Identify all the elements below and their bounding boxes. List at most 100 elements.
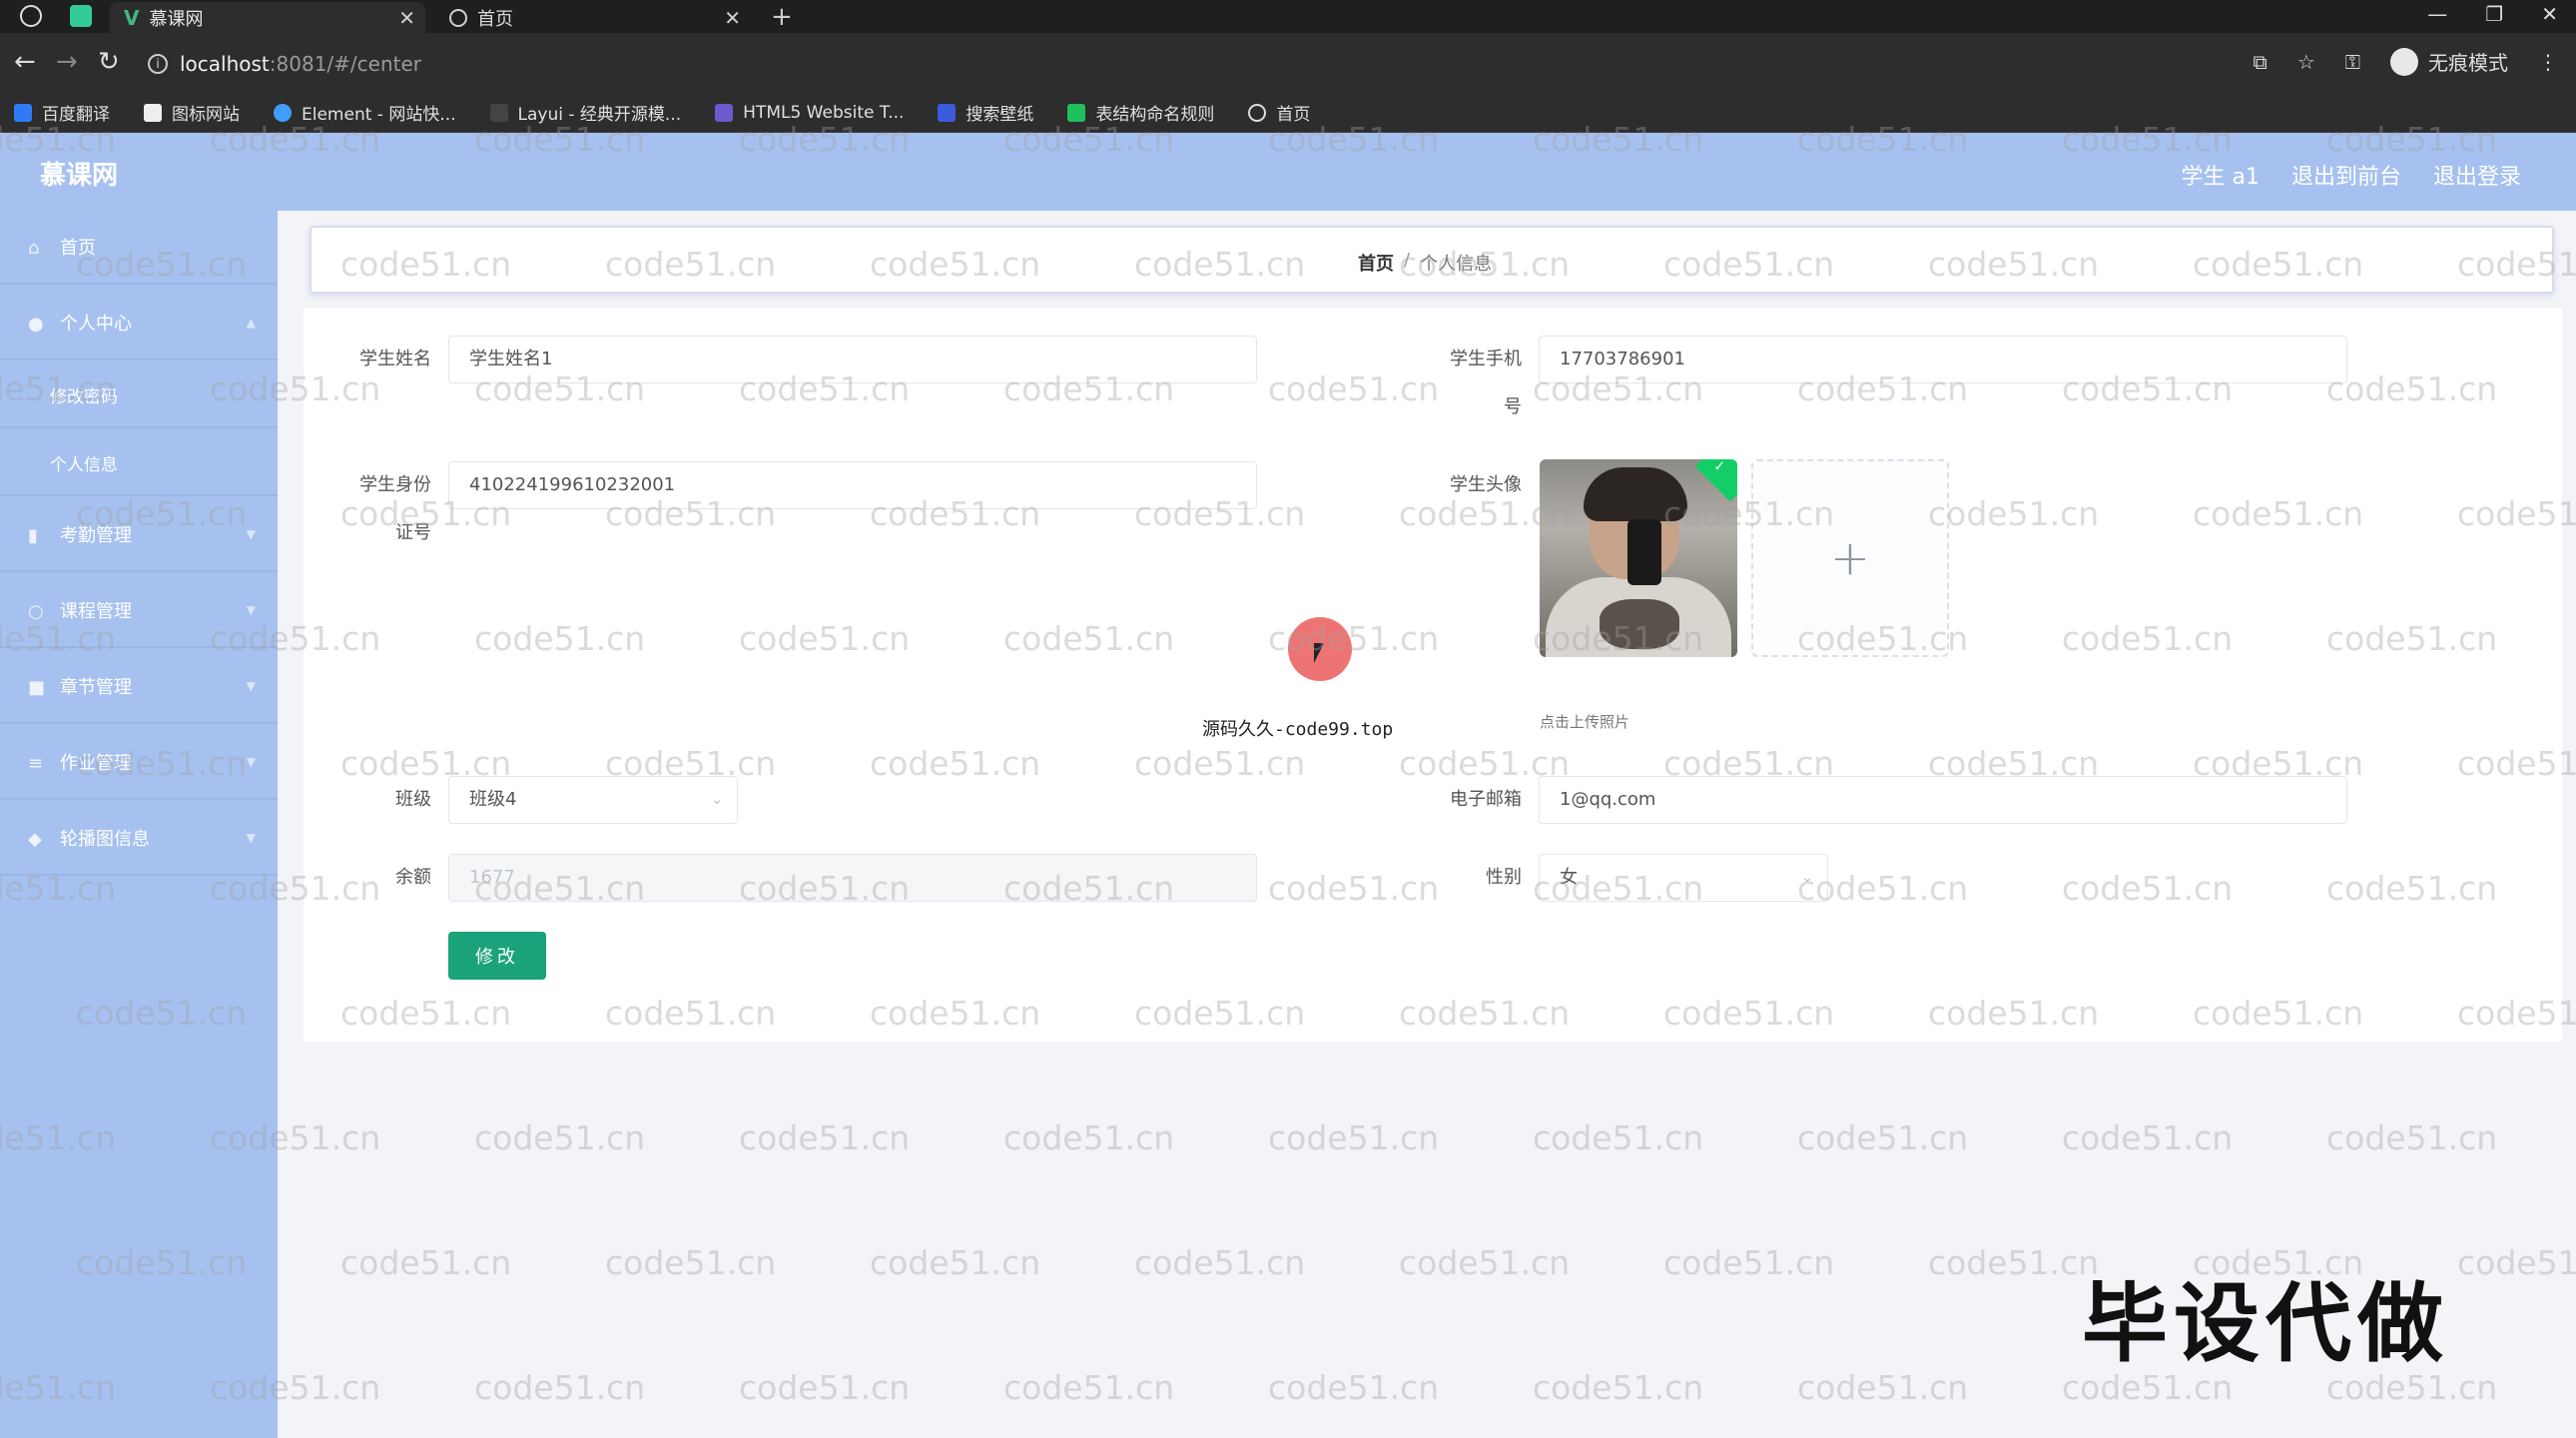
class-select-value: 班级4 (469, 789, 517, 810)
upload-tip: 点击上传照片 (1540, 713, 1630, 731)
sidebar-item-personal-center[interactable]: ● 个人中心 ▲ (0, 287, 278, 360)
id-number-label-cont: 证号 (395, 522, 431, 543)
breadcrumb-current: 个人信息 (1420, 254, 1493, 275)
gender-select-value: 女 (1560, 867, 1578, 888)
avatar-photo[interactable]: ✓ (1540, 459, 1737, 657)
tab-home[interactable]: 首页 ✕ (435, 2, 751, 33)
url-field[interactable]: i localhost:8081/#/center (148, 43, 2245, 85)
circle-icon: ○ (28, 601, 44, 622)
close-window-icon[interactable]: ✕ (2541, 2, 2558, 26)
translate-icon[interactable]: ⧉ (2254, 50, 2267, 74)
element-icon (274, 103, 292, 122)
sheet-icon (1067, 103, 1086, 122)
bookmark-item[interactable]: 图标网站 (144, 100, 240, 125)
incognito-icon (2390, 47, 2418, 76)
extension-icon[interactable] (70, 5, 92, 27)
breadcrumb-bar: 首页 / 个人信息 (310, 226, 2554, 294)
chevron-down-icon: ▼ (246, 755, 256, 769)
sidebar-item-course[interactable]: ○ 课程管理 ▼ (0, 574, 278, 648)
flag-icon (144, 103, 162, 122)
sidebar: ⌂ 首页 ● 个人中心 ▲ 修改密码 个人信息 ▮ 考勤管理 ▼ ○ 课程管理 … (0, 211, 278, 1438)
pin-icon: ◆ (28, 829, 42, 850)
app-header: 慕课网 学生 a1 退出到前台 退出登录 (0, 133, 2576, 211)
key-icon[interactable]: ⚿ (2345, 50, 2360, 74)
breadcrumb-home[interactable]: 首页 (1358, 250, 1394, 276)
reload-icon[interactable]: ↻ (98, 47, 120, 77)
gender-label: 性别 (1486, 867, 1522, 888)
class-select[interactable]: 班级4 ⌄ (448, 776, 738, 824)
vue-logo-icon: V (124, 5, 140, 30)
forward-icon[interactable]: → (56, 47, 78, 77)
back-to-frontend-link[interactable]: 退出到前台 (2291, 159, 2401, 191)
chevron-down-icon: ▼ (246, 527, 256, 541)
chevron-down-icon: ⌄ (1801, 870, 1813, 886)
restore-icon[interactable]: ❐ (2485, 2, 2503, 26)
browser-tabbar: V 慕课网 ✕ 首页 ✕ + — ❐ ✕ (0, 0, 2576, 33)
upload-success-badge: ✓ (1694, 459, 1737, 502)
chrome-menu-icon[interactable] (20, 5, 42, 27)
layui-icon (489, 103, 508, 122)
address-bar-area: ← → ↻ i localhost:8081/#/center ⧉ ☆ ⚿ 无痕… (0, 33, 2576, 93)
phone-input[interactable]: 17703786901 (1539, 336, 2347, 383)
sidebar-item-attendance[interactable]: ▮ 考勤管理 ▼ (0, 498, 278, 572)
submit-button[interactable]: 修改 (448, 932, 546, 980)
email-label: 电子邮箱 (1450, 789, 1522, 810)
sidebar-item-homework[interactable]: ≡ 作业管理 ▼ (0, 726, 278, 800)
email-input[interactable]: 1@qq.com (1539, 776, 2347, 824)
class-label: 班级 (395, 789, 431, 810)
info-icon[interactable]: i (148, 54, 168, 74)
tab-title: 慕课网 (149, 8, 204, 30)
home-icon: ⌂ (28, 238, 40, 259)
chevron-down-icon: ▼ (246, 831, 256, 845)
html5-icon (715, 103, 734, 122)
tab-active[interactable]: V 慕课网 ✕ (110, 2, 425, 33)
bookmark-item[interactable]: 首页 (1248, 100, 1310, 125)
gender-select[interactable]: 女 ⌄ (1539, 854, 1828, 902)
chevron-down-icon: ⌄ (711, 792, 723, 808)
bookmark-item[interactable]: HTML5 Website T... (715, 103, 904, 123)
address-bar-actions: ⧉ ☆ ⚿ 无痕模式 ⋮ (2254, 47, 2558, 76)
sidebar-item-carousel[interactable]: ◆ 轮播图信息 ▼ (0, 802, 278, 876)
window-controls: — ❐ ✕ (2427, 2, 2558, 26)
mouse-cursor-icon (1314, 643, 1324, 663)
bookmark-item[interactable]: Layui - 经典开源模... (489, 100, 681, 125)
new-tab-button[interactable]: + (771, 2, 793, 32)
star-icon[interactable]: ☆ (2297, 50, 2315, 74)
url-host: localhost (180, 52, 270, 76)
sidebar-item-personal-info[interactable]: 个人信息 (0, 430, 278, 496)
student-name-input[interactable]: 学生姓名1 (448, 336, 1257, 383)
profile-button[interactable]: 无痕模式 (2390, 47, 2508, 76)
url-path: :8081/#/center (269, 52, 421, 76)
tab-title: 首页 (477, 8, 513, 30)
sidebar-item-change-password[interactable]: 修改密码 (0, 362, 278, 428)
list-icon: ≡ (28, 753, 44, 774)
chevron-down-icon: ▼ (246, 679, 256, 693)
id-number-input[interactable]: 410224199610232001 (448, 461, 1257, 509)
bookmarks-bar: 百度翻译 图标网站 Element - 网站快... Layui - 经典开源模… (0, 93, 2576, 133)
promo-banner-text: 毕设代做 (2082, 1274, 2449, 1374)
bookmark-item[interactable]: Element - 网站快... (274, 100, 456, 125)
app-title: 慕课网 (40, 161, 119, 191)
bookmark-item[interactable]: 百度翻译 (14, 100, 110, 125)
phone-label-cont: 号 (1504, 396, 1522, 417)
profile-label: 无痕模式 (2428, 51, 2508, 75)
translate-icon (14, 103, 32, 122)
avatar-upload-button[interactable]: + (1751, 459, 1949, 657)
bookmark-item[interactable]: 表结构命名规则 (1067, 100, 1214, 125)
check-icon: ✓ (1713, 459, 1726, 475)
bookmark-item[interactable]: 搜索壁纸 (938, 100, 1033, 125)
back-icon[interactable]: ← (14, 47, 36, 77)
minimize-icon[interactable]: — (2427, 2, 2447, 26)
balance-label: 余额 (395, 867, 431, 888)
sidebar-item-home[interactable]: ⌂ 首页 (0, 211, 278, 285)
current-user: 学生 a1 (2181, 165, 2259, 190)
chart-icon: ▮ (28, 525, 38, 546)
close-icon[interactable]: ✕ (724, 6, 741, 30)
sidebar-item-chapter[interactable]: ■ 章节管理 ▼ (0, 650, 278, 724)
student-name-label: 学生姓名 (359, 349, 431, 369)
header-links: 学生 a1 退出到前台 退出登录 (2181, 159, 2521, 191)
more-icon[interactable]: ⋮ (2538, 50, 2558, 74)
logout-link[interactable]: 退出登录 (2433, 159, 2521, 191)
close-icon[interactable]: ✕ (398, 6, 415, 30)
wallpaper-icon (938, 103, 957, 122)
